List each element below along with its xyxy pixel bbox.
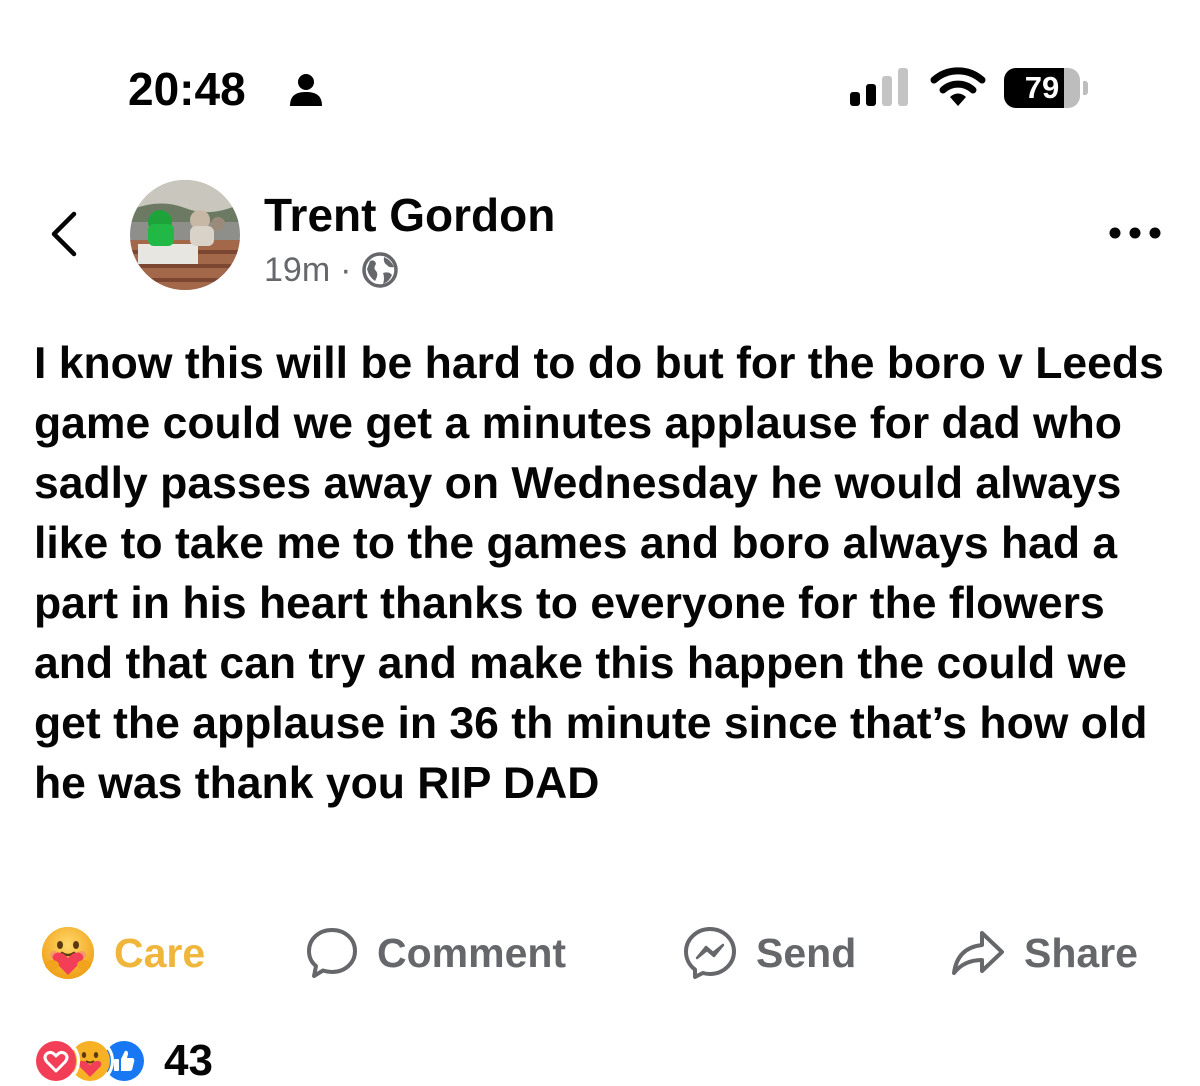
- care-icon: [42, 927, 94, 979]
- share-label: Share: [1024, 929, 1138, 976]
- comment-icon: [307, 928, 357, 978]
- meta-separator: ·: [340, 250, 352, 289]
- author-name[interactable]: Trent Gordon: [264, 188, 555, 242]
- status-time: 20:48: [128, 63, 246, 115]
- share-icon: [952, 931, 1004, 975]
- avatar[interactable]: [130, 180, 240, 290]
- post-header: Trent Gordon 19m ·: [0, 170, 1200, 310]
- globe-icon: [362, 252, 399, 288]
- messenger-icon: [684, 927, 736, 979]
- action-bar: Care Comment Send Share: [0, 918, 1200, 988]
- wifi-icon: [930, 67, 986, 106]
- share-button[interactable]: Share: [950, 918, 1138, 988]
- comment-button[interactable]: Comment: [305, 918, 566, 988]
- battery-level: 79: [1024, 70, 1060, 105]
- comment-label: Comment: [377, 929, 567, 976]
- love-reaction-icon: [32, 1037, 80, 1085]
- battery-icon: 79: [1004, 68, 1088, 108]
- post-timestamp[interactable]: 19m: [264, 251, 330, 290]
- send-button[interactable]: Send: [682, 918, 856, 988]
- send-label: Send: [756, 929, 857, 976]
- status-bar: 20:48 79: [0, 0, 1200, 150]
- back-button[interactable]: [40, 206, 88, 262]
- care-label: Care: [114, 929, 206, 976]
- more-options-icon[interactable]: [1106, 218, 1164, 248]
- reaction-count: 43: [164, 1036, 213, 1085]
- person-icon: [290, 74, 322, 106]
- signal-icon: [850, 68, 908, 106]
- post-meta: 19m ·: [264, 250, 399, 290]
- reactions-summary[interactable]: 43: [32, 1036, 213, 1086]
- care-button[interactable]: Care: [40, 918, 205, 988]
- post-text: I know this will be hard to do but for t…: [34, 339, 1164, 808]
